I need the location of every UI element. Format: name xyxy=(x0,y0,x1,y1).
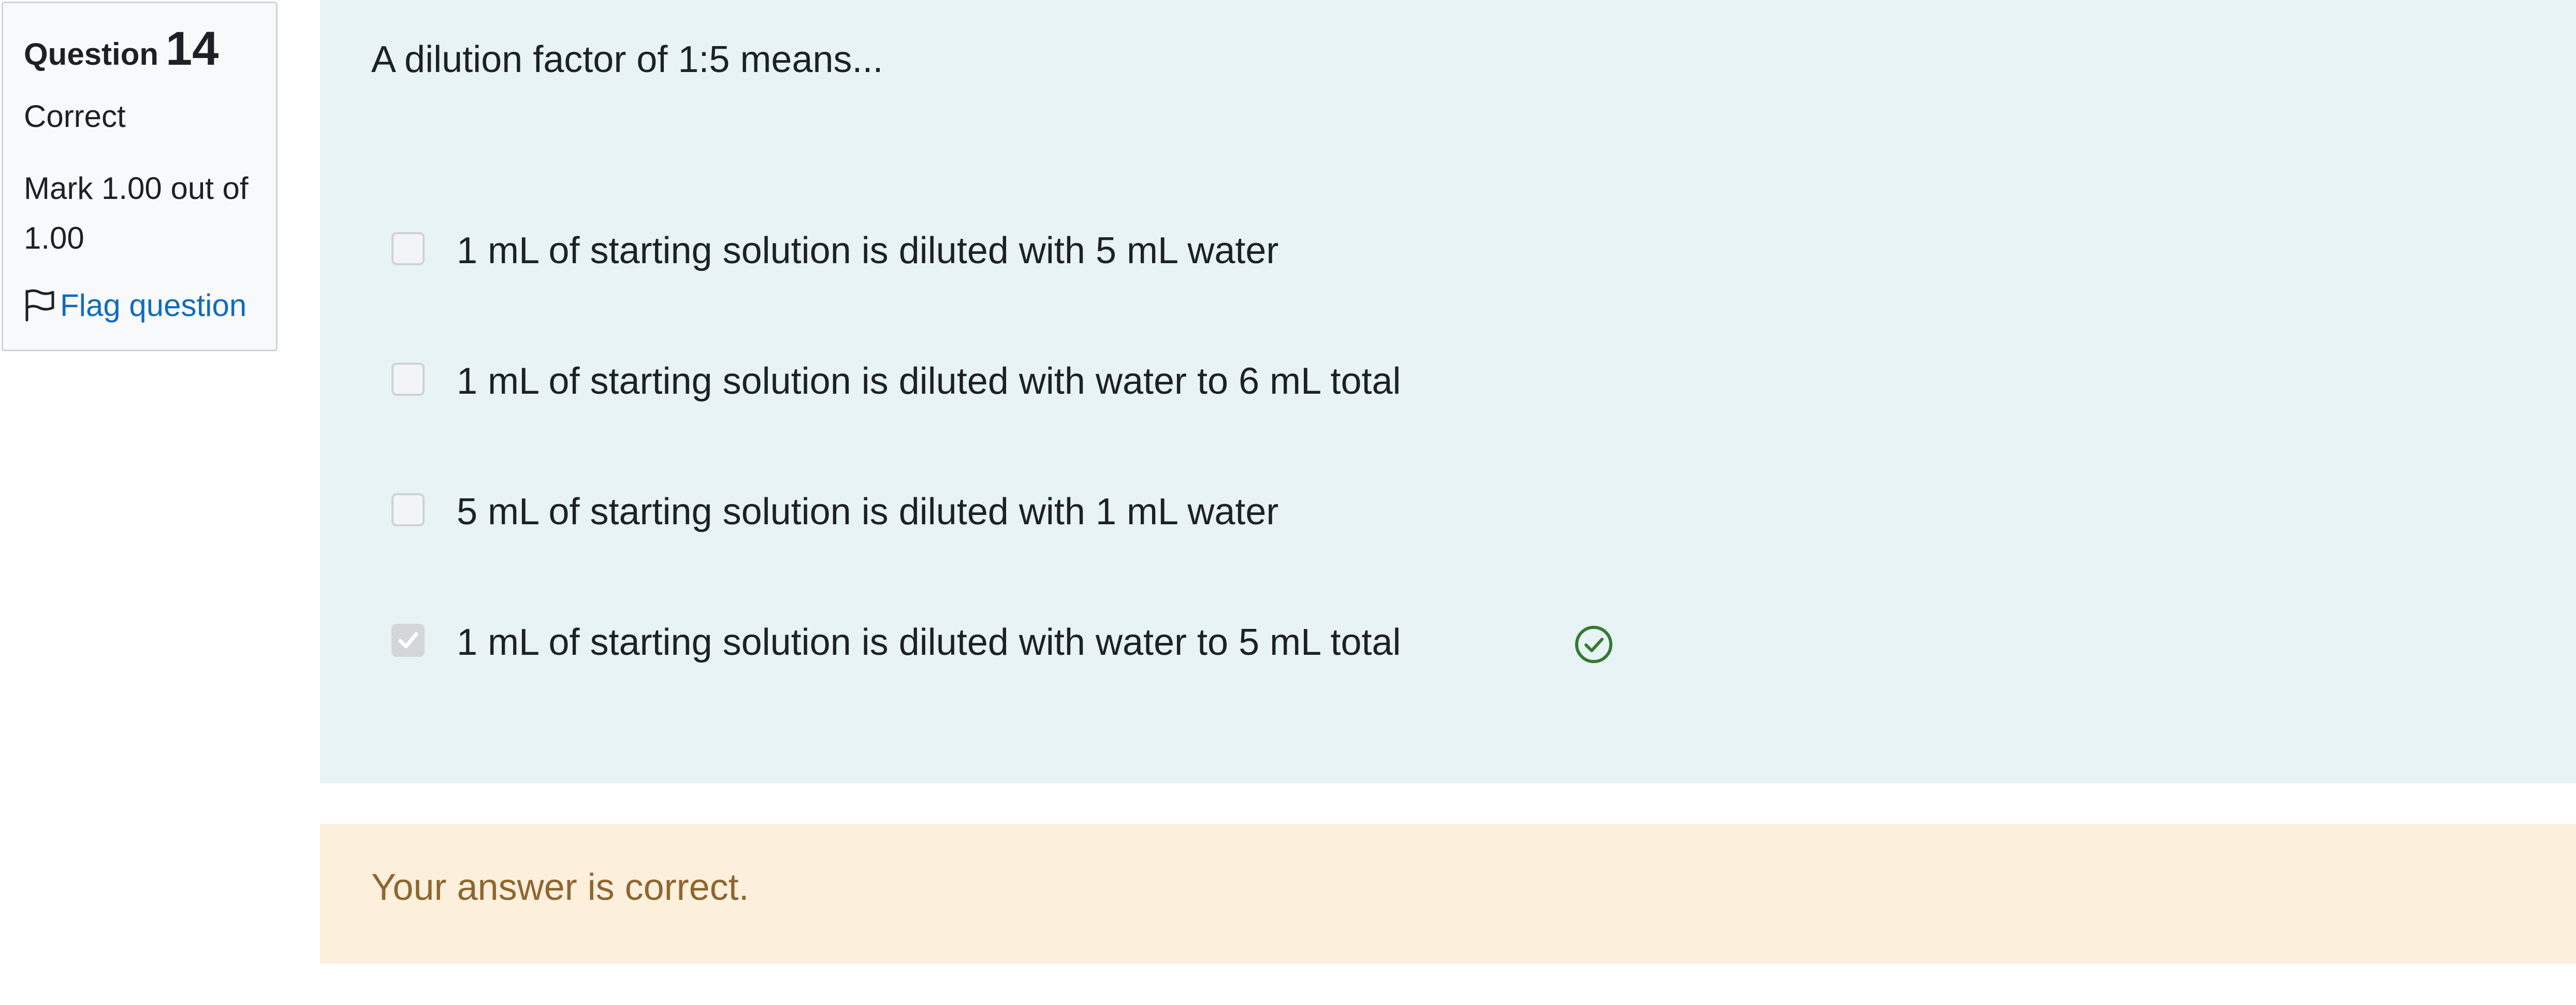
question-number-heading: Question 14 xyxy=(24,22,219,76)
answer-checkbox[interactable] xyxy=(391,232,425,265)
question-number: 14 xyxy=(166,22,219,75)
question-content: A dilution factor of 1:5 means... 1 mL o… xyxy=(320,0,2576,783)
flag-question-label[interactable]: Flag question xyxy=(60,288,246,323)
feedback-box: Your answer is correct. xyxy=(320,824,2576,964)
question-text: A dilution factor of 1:5 means... xyxy=(371,39,883,80)
question-grade: Mark 1.00 out of 1.00 xyxy=(24,171,249,255)
answer-label: 1 mL of starting solution is diluted wit… xyxy=(457,622,1401,663)
checkmark-icon xyxy=(398,632,418,649)
answer-checkbox[interactable] xyxy=(391,493,425,526)
check-circle-icon xyxy=(1575,626,1612,663)
feedback-text: Your answer is correct. xyxy=(371,867,749,908)
flag-icon xyxy=(25,289,54,322)
answer-label: 5 mL of starting solution is diluted wit… xyxy=(457,491,1279,533)
question-label: Question xyxy=(24,37,159,71)
answer-checkbox-checked[interactable] xyxy=(391,624,425,657)
flag-question-link[interactable]: Flag question xyxy=(22,287,246,323)
question-state: Correct xyxy=(24,99,126,134)
answer-label: 1 mL of starting solution is diluted wit… xyxy=(457,230,1279,271)
answer-checkbox[interactable] xyxy=(391,363,425,396)
question-info-panel: Question 14 Correct Mark 1.00 out of 1.00… xyxy=(2,2,278,351)
answer-label: 1 mL of starting solution is diluted wit… xyxy=(457,361,1401,402)
